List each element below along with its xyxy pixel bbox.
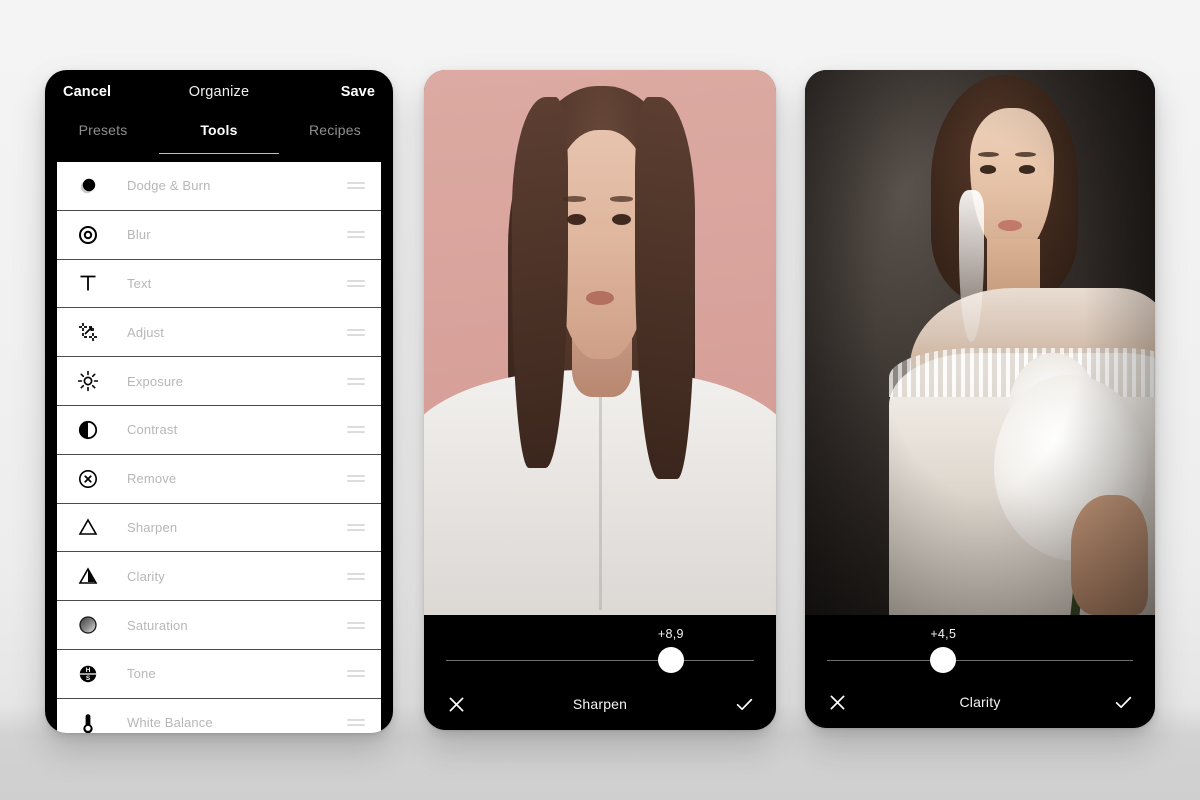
tab-recipes[interactable]: Recipes — [277, 114, 393, 162]
photo-vignette — [805, 70, 1155, 615]
drag-handle-icon[interactable] — [347, 669, 365, 679]
drag-handle-icon[interactable] — [347, 230, 365, 240]
subject-brow-left — [563, 196, 587, 202]
subject-hair-left — [512, 97, 569, 468]
adjustment-bar: +8,9 Sharpen — [424, 615, 776, 730]
adjustment-bar: +4,5 Clarity — [805, 615, 1155, 728]
drag-handle-icon[interactable] — [347, 620, 365, 630]
subject-brow-right — [609, 196, 633, 202]
close-icon[interactable] — [825, 690, 849, 714]
drag-handle-icon[interactable] — [347, 327, 365, 337]
list-item[interactable]: Dodge & Burn — [57, 162, 381, 211]
drag-handle-icon[interactable] — [347, 181, 365, 191]
list-item-label: Tone — [127, 666, 156, 682]
drag-handle-icon[interactable] — [347, 425, 365, 435]
list-item[interactable]: Adjust — [57, 308, 381, 358]
phone-mockup-editor-tools: Cancel Organize Save Presets Tools Recip… — [45, 70, 393, 733]
exposure-sun-icon — [75, 368, 101, 394]
list-item-label: Adjust — [127, 324, 165, 340]
list-item-label: Clarity — [127, 568, 165, 584]
phone-mockup-clarity: +4,5 Clarity — [805, 70, 1155, 728]
list-item-label: Dodge & Burn — [127, 178, 211, 194]
drag-handle-icon[interactable] — [347, 522, 365, 532]
drag-handle-icon[interactable] — [347, 571, 365, 581]
clarity-triangle-icon — [75, 563, 101, 589]
cancel-button[interactable]: Cancel — [63, 85, 111, 100]
subject-eye-left — [566, 214, 586, 226]
subject-lips — [585, 290, 615, 305]
sharpen-triangle-icon — [75, 514, 101, 540]
tone-hsl-icon: H S — [75, 661, 101, 687]
list-item[interactable]: Blur — [57, 210, 381, 260]
list-item-label: White Balance — [127, 715, 213, 731]
tab-tools[interactable]: Tools — [161, 114, 277, 162]
blur-icon — [75, 222, 101, 248]
drag-handle-icon[interactable] — [347, 278, 365, 288]
svg-text:S: S — [86, 675, 91, 682]
portrait-illustration — [805, 70, 1155, 615]
white-balance-thermometer-icon — [75, 710, 101, 733]
list-item-label: Saturation — [127, 617, 188, 633]
drag-handle-icon[interactable] — [347, 376, 365, 386]
list-item-label: Sharpen — [127, 519, 178, 535]
remove-icon — [75, 466, 101, 492]
list-item[interactable]: Exposure — [57, 357, 381, 406]
dodge-burn-icon — [75, 173, 101, 199]
slider-track[interactable] — [446, 660, 754, 661]
subject-hair-right — [635, 97, 696, 479]
svg-text:H: H — [86, 667, 91, 674]
list-item-label: Contrast — [127, 422, 178, 438]
saturation-icon — [75, 612, 101, 638]
slider-value-label: +4,5 — [930, 627, 957, 641]
photo-preview-portrait-pink[interactable] — [424, 70, 776, 615]
tab-bar: Presets Tools Recipes — [45, 114, 393, 162]
contrast-icon — [75, 417, 101, 443]
text-icon — [75, 270, 101, 296]
tab-presets[interactable]: Presets — [45, 114, 161, 162]
list-item[interactable]: Sharpen — [57, 503, 381, 553]
list-item[interactable]: H S Tone — [57, 649, 381, 699]
check-icon[interactable] — [1111, 690, 1135, 714]
tab-tools-label: Tools — [200, 122, 238, 138]
list-item-label: Remove — [127, 471, 177, 487]
slider-row[interactable]: +4,5 — [805, 615, 1155, 677]
list-item[interactable]: Text — [57, 259, 381, 309]
tools-list[interactable]: Dodge & Burn Blur Text Adjust Exposure C… — [57, 162, 381, 733]
editor-header: Cancel Organize Save — [45, 70, 393, 114]
adjust-crop-icon — [75, 319, 101, 345]
list-item-label: Blur — [127, 227, 151, 243]
list-item-label: Exposure — [127, 373, 184, 389]
adjustment-footer: Sharpen — [424, 678, 776, 730]
adjustment-name: Clarity — [959, 694, 1001, 710]
mockup-stage: Cancel Organize Save Presets Tools Recip… — [0, 0, 1200, 800]
portrait-illustration — [424, 70, 776, 615]
slider-row[interactable]: +8,9 — [424, 615, 776, 677]
phone-mockup-sharpen: +8,9 Sharpen — [424, 70, 776, 730]
list-item-label: Text — [127, 275, 152, 291]
slider-track[interactable] — [827, 660, 1133, 661]
adjustment-name: Sharpen — [572, 696, 628, 712]
close-icon[interactable] — [444, 692, 468, 716]
check-icon[interactable] — [732, 692, 756, 716]
drag-handle-icon[interactable] — [347, 718, 365, 728]
list-item[interactable]: Saturation — [57, 601, 381, 650]
list-item[interactable]: White Balance — [57, 698, 381, 733]
photo-preview-portrait-dark[interactable] — [805, 70, 1155, 615]
tab-recipes-label: Recipes — [309, 122, 361, 138]
list-item[interactable]: Clarity — [57, 552, 381, 602]
drag-handle-icon[interactable] — [347, 474, 365, 484]
save-button[interactable]: Save — [341, 85, 375, 100]
adjustment-footer: Clarity — [805, 676, 1155, 728]
slider-thumb[interactable] — [657, 647, 684, 673]
slider-thumb[interactable] — [930, 647, 957, 673]
list-item[interactable]: Remove — [57, 454, 381, 504]
slider-value-label: +8,9 — [657, 627, 684, 641]
subject-shirt — [424, 369, 776, 615]
tab-presets-label: Presets — [78, 122, 128, 138]
list-item[interactable]: Contrast — [57, 405, 381, 455]
